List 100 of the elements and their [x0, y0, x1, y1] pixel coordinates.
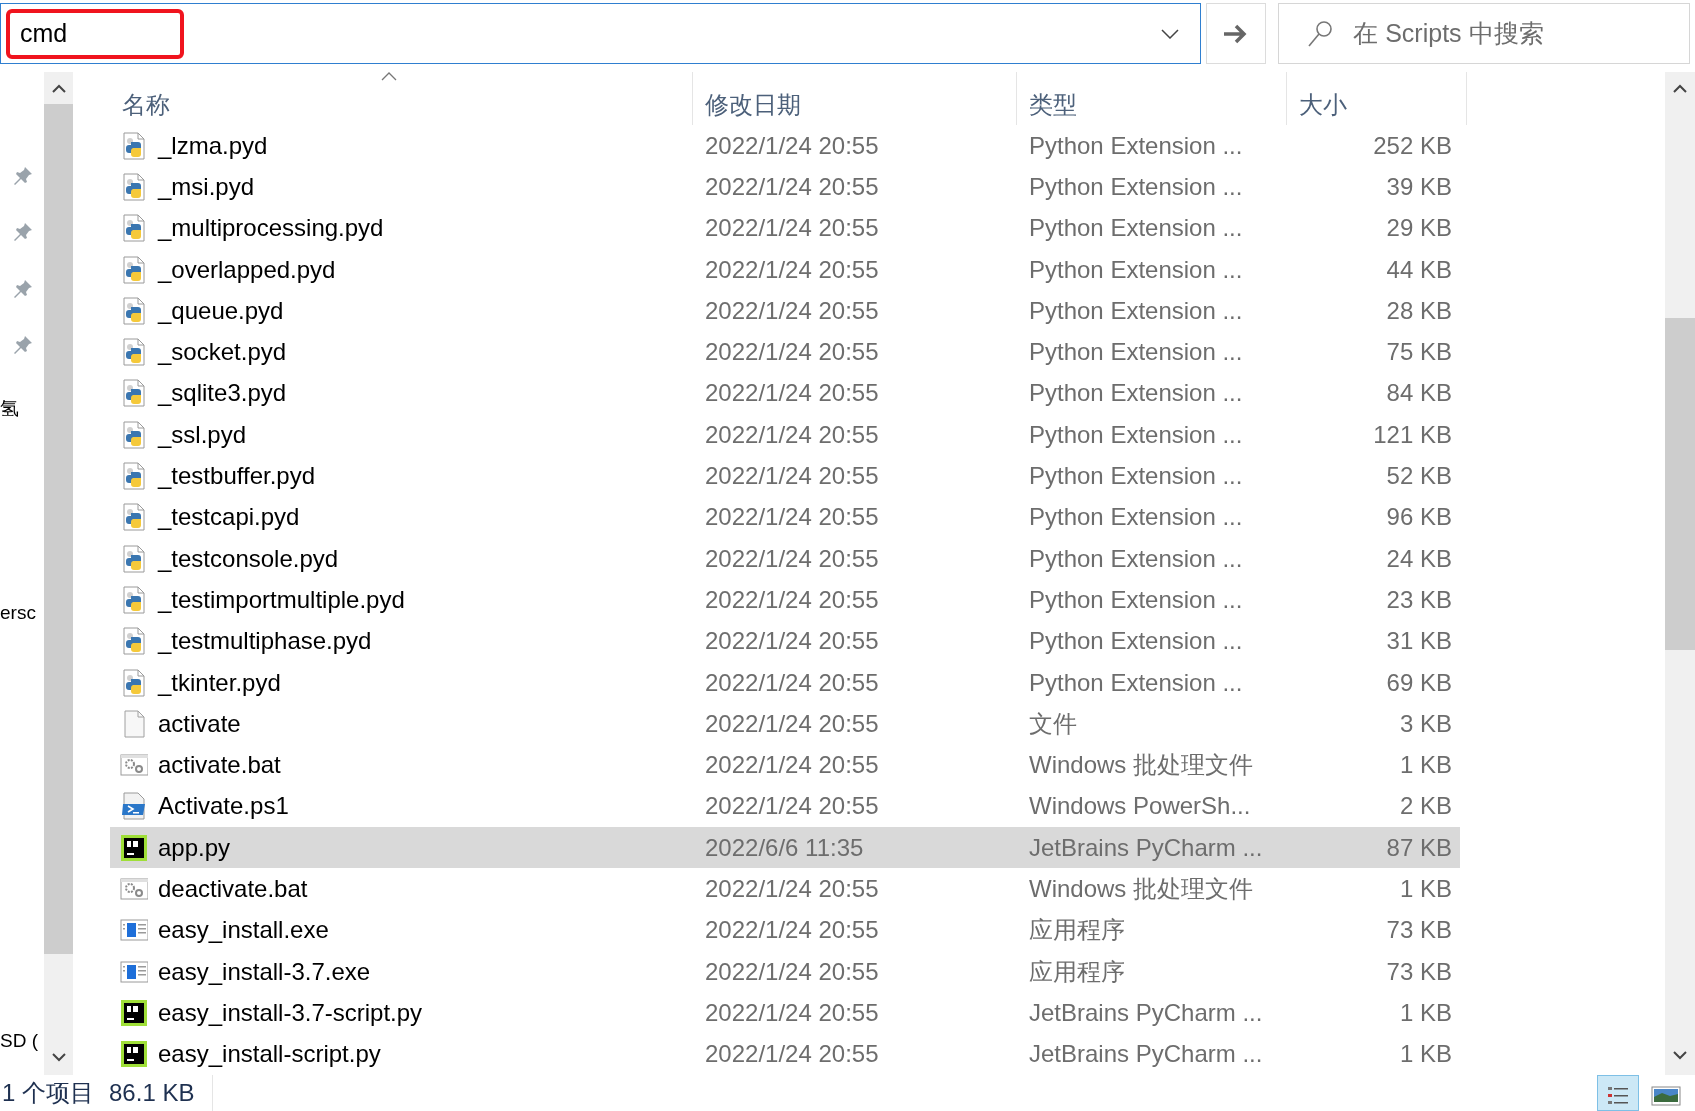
nav-item[interactable]: ersc — [0, 598, 36, 627]
file-row[interactable]: _ssl.pyd 2022/1/24 20:55 Python Extension ... 121 KB — [110, 414, 1460, 456]
file-row[interactable]: _multiprocessing.pyd 2022/1/24 20:55 Python Extension ... 29 KB — [110, 207, 1460, 249]
python-file-icon — [120, 668, 148, 697]
column-header[interactable]: 名称 — [110, 72, 693, 125]
file-row[interactable]: _tkinter.pyd 2022/1/24 20:55 Python Extension ... 69 KB — [110, 661, 1460, 704]
file-type: Python Extension ... — [1029, 585, 1243, 613]
file-row[interactable]: deactivate.bat 2022/1/24 20:55 Windows 批处理文件 1 KB — [110, 868, 1460, 910]
python-file-icon — [120, 255, 148, 284]
column-header[interactable]: 大小 — [1287, 72, 1467, 125]
powershell-file-icon — [120, 792, 148, 821]
file-row[interactable]: _sqlite3.pyd 2022/1/24 20:55 Python Extension ... 84 KB — [110, 372, 1460, 415]
file-type: Python Extension ... — [1029, 462, 1243, 489]
go-button[interactable] — [1206, 3, 1267, 64]
pycharm-icon — [120, 833, 148, 862]
file-name: _testbuffer.pyd — [158, 461, 315, 491]
file-row[interactable]: easy_install-3.7-script.py 2022/1/24 20:55 JetBrains PyCharm ... 1 KB — [110, 992, 1460, 1034]
file-row[interactable]: _testconsole.pyd 2022/1/24 20:55 Python Extension ... 24 KB — [110, 537, 1460, 580]
file-type: Python Extension ... — [1029, 131, 1243, 159]
python-file-icon — [120, 503, 148, 532]
file-row[interactable]: _testmultiphase.pyd 2022/1/24 20:55 Python Extension ... 31 KB — [110, 620, 1460, 662]
file-size: 73 KB — [1386, 957, 1452, 985]
file-type: Python Extension ... — [1029, 544, 1243, 572]
file-type: Windows 批处理文件 — [1029, 751, 1254, 779]
file-type: Windows 批处理文件 — [1029, 875, 1254, 902]
file-type: Python Extension ... — [1029, 338, 1243, 366]
file-row[interactable]: Activate.ps1 2022/1/24 20:55 Windows PowerSh... 2 KB — [110, 785, 1460, 828]
file-row[interactable]: easy_install-script.py 2022/1/24 20:55 JetBrains PyCharm ... 1 KB — [110, 1033, 1460, 1075]
modified-date: 2022/1/24 20:55 — [705, 792, 879, 820]
file-name: activate — [158, 708, 241, 739]
file-name: _testimportmultiple.pyd — [158, 584, 405, 615]
file-type: 文件 — [1029, 709, 1077, 737]
scroll-up-icon — [1673, 84, 1687, 94]
file-size: 44 KB — [1386, 255, 1452, 283]
modified-date: 2022/1/24 20:55 — [705, 709, 879, 737]
details-view-button[interactable] — [1597, 1075, 1639, 1111]
file-row[interactable]: activate.bat 2022/1/24 20:55 Windows 批处理文件 1 KB — [110, 744, 1460, 786]
pycharm-icon — [120, 1040, 148, 1069]
search-icon — [1307, 19, 1334, 48]
modified-date: 2022/1/24 20:55 — [705, 916, 879, 944]
file-row[interactable]: activate 2022/1/24 20:55 文件 3 KB — [110, 703, 1460, 745]
file-type: Python Extension ... — [1029, 503, 1243, 531]
python-file-icon — [120, 420, 148, 449]
python-file-icon — [120, 214, 148, 243]
file-type: JetBrains PyCharm ... — [1029, 833, 1263, 861]
scrollbar[interactable] — [44, 72, 73, 1075]
file-row[interactable]: _overlapped.pyd 2022/1/24 20:55 Python Extension ... 44 KB — [110, 248, 1460, 291]
file-row[interactable]: easy_install.exe 2022/1/24 20:55 应用程序 73 KB — [110, 909, 1460, 951]
file-name: _lzma.pyd — [158, 130, 268, 161]
file-name: deactivate.bat — [158, 874, 308, 904]
file-row[interactable]: _testimportmultiple.pyd 2022/1/24 20:55 Python Extension ... 23 KB — [110, 579, 1460, 621]
search-input[interactable]: 在 Scripts 中搜索 — [1351, 13, 1682, 54]
python-file-icon — [120, 462, 148, 490]
file-type: Python Extension ... — [1029, 627, 1243, 655]
python-file-icon — [120, 296, 148, 325]
file-size: 39 KB — [1386, 172, 1452, 200]
file-name: _socket.pyd — [158, 337, 287, 368]
python-file-icon — [120, 172, 148, 201]
file-name: _ssl.pyd — [158, 419, 247, 450]
file-size: 28 KB — [1386, 296, 1452, 324]
modified-date: 2022/1/24 20:55 — [705, 627, 879, 655]
file-type: Python Extension ... — [1029, 172, 1243, 200]
address-bar[interactable]: cmd — [0, 3, 1202, 64]
file-type: 应用程序 — [1029, 957, 1125, 985]
file-row[interactable]: _testcapi.pyd 2022/1/24 20:55 Python Extension ... 96 KB — [110, 496, 1460, 538]
python-file-icon — [120, 338, 148, 367]
search-field[interactable]: 在 Scripts 中搜索 — [1278, 3, 1690, 64]
scroll-down-icon — [1673, 1050, 1687, 1060]
file-size: 121 KB — [1373, 420, 1452, 448]
python-file-icon — [120, 627, 148, 656]
file-row[interactable]: easy_install-3.7.exe 2022/1/24 20:55 应用程序 73 KB — [110, 950, 1460, 993]
file-type: 应用程序 — [1029, 916, 1125, 944]
file-size: 1 KB — [1399, 998, 1452, 1026]
nav-item[interactable]: SD ( — [0, 1027, 38, 1056]
file-name: easy_install-3.7-script.py — [158, 997, 423, 1028]
modified-date: 2022/1/24 20:55 — [705, 1040, 879, 1068]
file-size: 84 KB — [1386, 379, 1452, 407]
modified-date: 2022/1/24 20:55 — [705, 172, 879, 200]
file-row[interactable]: _lzma.pyd 2022/1/24 20:55 Python Extension ... 252 KB — [110, 125, 1460, 167]
file-type: Windows PowerSh... — [1029, 792, 1251, 820]
column-header[interactable]: 修改日期 — [693, 72, 1017, 125]
scrollbar[interactable] — [1665, 72, 1695, 1075]
pin-icon — [12, 334, 34, 357]
scroll-up-icon — [51, 84, 66, 94]
file-row[interactable]: _queue.pyd 2022/1/24 20:55 Python Extension ... 28 KB — [110, 290, 1460, 332]
file-size: 24 KB — [1386, 544, 1452, 572]
column-header[interactable]: 类型 — [1017, 72, 1287, 125]
file-row[interactable]: _socket.pyd 2022/1/24 20:55 Python Extension ... 75 KB — [110, 331, 1460, 373]
modified-date: 2022/1/24 20:55 — [705, 131, 879, 159]
file-name: _testconsole.pyd — [158, 543, 339, 574]
pin-icon — [12, 277, 34, 300]
file-row[interactable]: app.py 2022/6/6 11:35 JetBrains PyCharm ... 87 KB — [110, 827, 1460, 869]
modified-date: 2022/1/24 20:55 — [705, 462, 879, 489]
file-name: easy_install-3.7.exe — [158, 956, 371, 987]
file-name: _testmultiphase.pyd — [158, 626, 372, 657]
modified-date: 2022/1/24 20:55 — [705, 998, 879, 1026]
file-row[interactable]: _msi.pyd 2022/1/24 20:55 Python Extension ... 39 KB — [110, 166, 1460, 208]
file-row[interactable]: _testbuffer.pyd 2022/1/24 20:55 Python Extension ... 52 KB — [110, 455, 1460, 497]
file-type: JetBrains PyCharm ... — [1029, 998, 1263, 1026]
nav-item[interactable]: 氢 — [0, 395, 19, 424]
